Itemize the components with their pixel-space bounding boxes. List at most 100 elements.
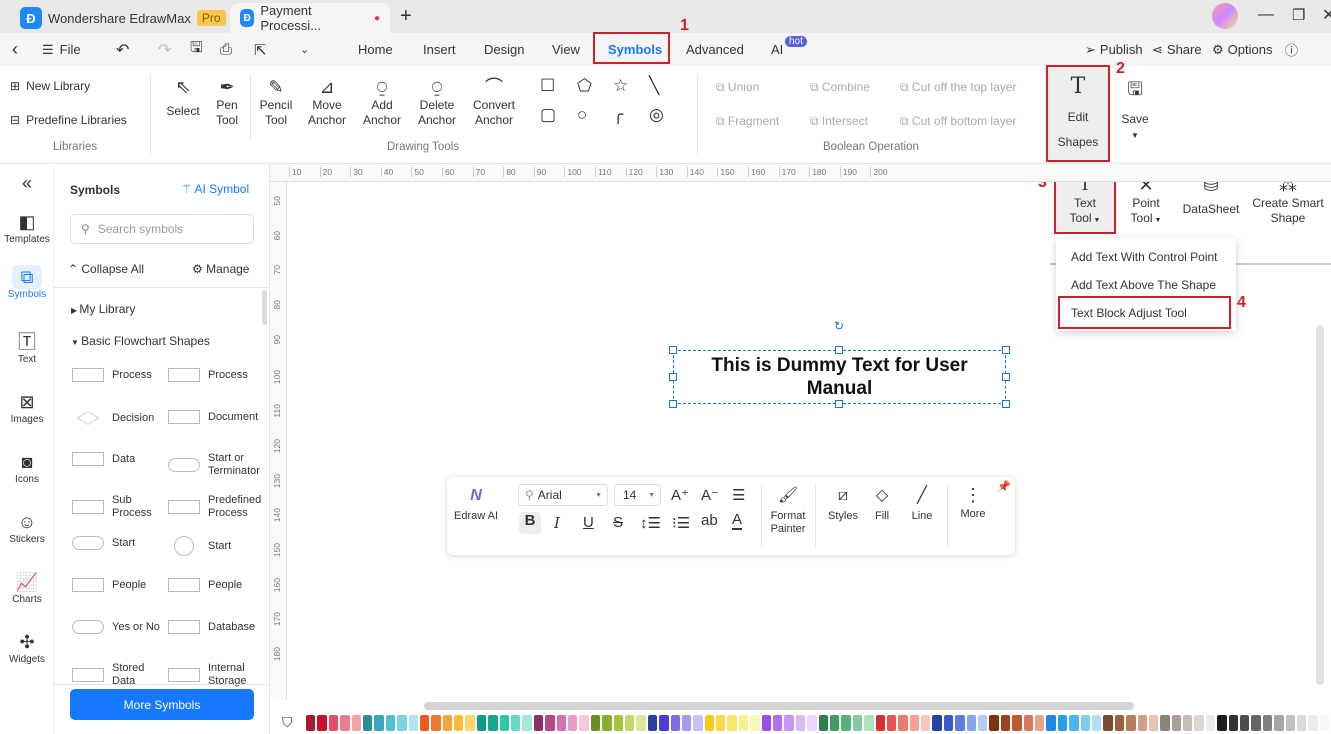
color-swatch[interactable]	[1148, 715, 1159, 731]
color-swatch[interactable]	[1183, 715, 1193, 731]
resize-handle[interactable]	[835, 400, 843, 408]
color-swatch[interactable]	[1137, 715, 1147, 731]
symbol-item[interactable]: Process	[168, 368, 266, 382]
cut-bottom-layer-button[interactable]: ⧉ Cut off bottom layer	[900, 114, 1016, 129]
resize-handle[interactable]	[669, 400, 677, 408]
manage-button[interactable]: ⚙ Manage	[192, 262, 249, 276]
decrease-font-icon[interactable]: A⁻	[701, 486, 719, 504]
color-swatch[interactable]	[1251, 715, 1261, 731]
format-painter-button[interactable]: 🖌 Format Painter	[765, 488, 811, 536]
more-quick-icon[interactable]: ⌄	[300, 33, 309, 66]
color-swatch[interactable]	[750, 715, 760, 731]
spiral-icon[interactable]: ◎	[649, 106, 664, 123]
resize-handle[interactable]	[835, 346, 843, 354]
color-swatch[interactable]	[898, 715, 908, 731]
color-swatch[interactable]	[511, 715, 521, 731]
strikethrough-icon[interactable]: S	[613, 514, 623, 531]
print-icon[interactable]: ⎙	[220, 33, 232, 66]
color-swatch[interactable]	[943, 715, 954, 731]
color-swatch[interactable]	[841, 715, 851, 731]
point-tool-button[interactable]: ✕ Point Tool ▼	[1122, 174, 1170, 228]
styles-button[interactable]: ⧄ Styles	[823, 488, 863, 523]
minimize-icon[interactable]: —	[1258, 6, 1274, 24]
convert-anchor-tool[interactable]: ⌒ Convert Anchor	[468, 76, 520, 128]
color-swatch[interactable]	[602, 715, 612, 731]
color-swatch[interactable]	[1308, 715, 1318, 731]
color-swatch[interactable]	[385, 715, 396, 731]
pin-icon[interactable]: 📌	[997, 480, 1011, 493]
add-anchor-tool[interactable]: ⍜ Add Anchor	[359, 76, 405, 128]
color-swatch[interactable]	[1296, 715, 1307, 731]
color-swatch[interactable]	[465, 715, 475, 731]
resize-handle[interactable]	[1002, 400, 1010, 408]
color-swatch[interactable]	[659, 715, 669, 731]
basic-flowchart-toggle[interactable]: ▼ Basic Flowchart Shapes	[71, 334, 210, 348]
symbol-item[interactable]: People	[168, 578, 266, 592]
color-swatch[interactable]	[1069, 715, 1079, 731]
color-swatch[interactable]	[636, 715, 646, 731]
resize-handle[interactable]	[669, 373, 677, 381]
color-swatch[interactable]	[488, 715, 498, 731]
select-tool[interactable]: ⇖ Select	[163, 76, 203, 119]
color-swatch[interactable]	[909, 715, 920, 731]
color-swatch[interactable]	[317, 715, 327, 731]
nav-widgets[interactable]: ✣ Widgets	[0, 630, 54, 665]
edraw-ai-button[interactable]: N Edraw AI	[453, 488, 499, 523]
color-swatch[interactable]	[362, 715, 373, 731]
collapse-all-button[interactable]: ⌃ Collapse All	[68, 262, 144, 276]
symbol-item[interactable]: Decision	[72, 410, 170, 426]
nav-charts[interactable]: 📈 Charts	[0, 570, 54, 605]
save-icon[interactable]: 🖫	[190, 33, 203, 66]
color-swatch[interactable]	[1228, 715, 1239, 731]
panel-scrollbar[interactable]	[262, 290, 267, 325]
color-swatch[interactable]	[1012, 715, 1022, 731]
fragment-button[interactable]: ⧉ Fragment	[716, 114, 779, 129]
share-button[interactable]: ⋖ Share	[1152, 33, 1202, 66]
color-swatch[interactable]	[567, 715, 578, 731]
color-swatch[interactable]	[727, 715, 737, 731]
color-swatch[interactable]	[454, 715, 464, 731]
color-swatch[interactable]	[795, 715, 806, 731]
line-icon[interactable]: ╲	[649, 77, 659, 94]
file-menu[interactable]: ☰ File	[42, 33, 81, 66]
color-swatch[interactable]	[738, 715, 749, 731]
color-swatch[interactable]	[328, 715, 339, 731]
options-button[interactable]: ⚙ Options	[1212, 33, 1272, 66]
tab-home[interactable]: Home	[358, 33, 393, 66]
color-swatch[interactable]	[1194, 715, 1204, 731]
color-swatch[interactable]	[340, 715, 350, 731]
color-swatch[interactable]	[1285, 715, 1295, 731]
color-swatch[interactable]	[545, 715, 555, 731]
color-swatch[interactable]	[875, 715, 885, 731]
undo-icon[interactable]: ↶	[116, 33, 129, 66]
color-swatch[interactable]	[1046, 715, 1056, 731]
color-swatch[interactable]	[670, 715, 680, 731]
color-swatch[interactable]	[1103, 715, 1113, 731]
symbol-item[interactable]: Data	[72, 452, 170, 466]
union-button[interactable]: ⧉ Union	[716, 80, 759, 95]
ai-symbol-button[interactable]: ⚚ AI Symbol	[181, 182, 249, 196]
color-swatch[interactable]	[1262, 715, 1273, 731]
symbol-item[interactable]: Start	[72, 536, 170, 550]
circle-icon[interactable]: ○	[577, 106, 587, 123]
line-button[interactable]: ╱ Line	[907, 488, 937, 523]
tab-insert[interactable]: Insert	[423, 33, 456, 66]
color-swatch[interactable]	[431, 715, 441, 731]
text-box[interactable]: This is Dummy Text for User Manual	[673, 350, 1006, 404]
search-input[interactable]: ⚲ Search symbols	[70, 214, 254, 244]
color-swatch[interactable]	[864, 715, 874, 731]
color-swatch[interactable]	[704, 715, 715, 731]
nav-icons[interactable]: ◙ Icons	[0, 450, 54, 485]
color-swatch[interactable]	[1023, 715, 1033, 731]
color-swatch[interactable]	[773, 715, 783, 731]
color-swatch[interactable]	[624, 715, 635, 731]
star-icon[interactable]: ☆	[613, 77, 628, 94]
color-swatch[interactable]	[556, 715, 566, 731]
color-swatch[interactable]	[852, 715, 863, 731]
export-icon[interactable]: ⇱	[254, 33, 267, 66]
help-icon[interactable]: ⓘ	[1285, 33, 1298, 66]
color-swatch[interactable]	[681, 715, 692, 731]
color-swatch[interactable]	[476, 715, 487, 731]
increase-font-icon[interactable]: A⁺	[671, 486, 689, 504]
color-swatch[interactable]	[1114, 715, 1125, 731]
